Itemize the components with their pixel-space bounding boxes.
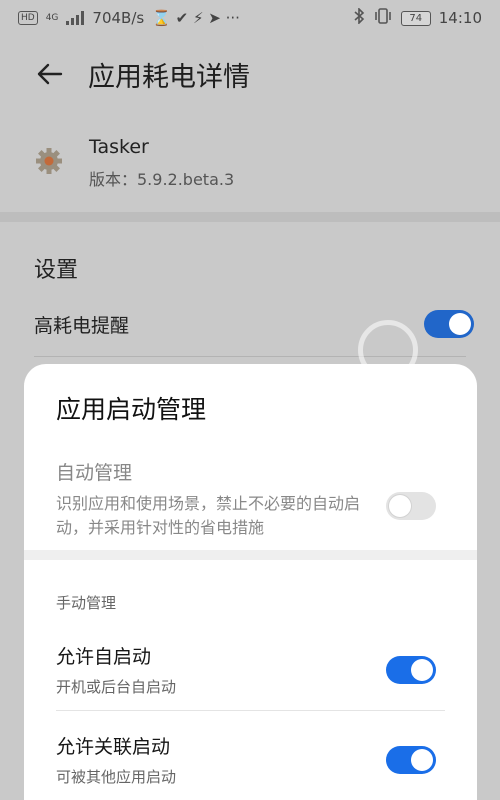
network-type: 4G [45,13,59,23]
sheet-title: 应用启动管理 [56,395,207,424]
status-bar: HD 4G 704B/s ⌛ ✔ ⚡ ➤ ··· 74 14:10 [0,0,500,36]
allow-autostart-title: 允许自启动 [56,646,152,668]
app-bar: 应用耗电详情 [0,44,500,104]
signal-icon [66,11,85,25]
status-right: 74 14:10 [353,7,482,28]
allow-associated-start-toggle[interactable] [386,746,436,774]
auto-manage-title: 自动管理 [56,462,133,484]
clock: 14:10 [438,9,482,27]
allow-autostart-toggle[interactable] [386,656,436,684]
divider [56,710,445,711]
status-left: HD 4G 704B/s ⌛ ✔ ⚡ ➤ ··· [18,9,240,27]
vibrate-icon [373,8,393,28]
allow-autostart-row[interactable]: 允许自启动 开机或后台自启动 [24,634,477,712]
sheet-separator [24,550,477,560]
settings-title: 设置 [34,258,79,283]
net-speed: 704B/s [92,9,145,27]
manual-manage-title: 手动管理 [56,594,117,612]
section-separator [0,212,500,222]
arrow-left-icon[interactable] [24,49,74,99]
allow-associated-start-subtitle: 可被其他应用启动 [56,768,177,786]
page-title: 应用耗电详情 [88,61,250,93]
app-info: Tasker 版本：5.9.2.beta.3 [0,128,500,198]
bluetooth-icon [353,7,365,28]
auto-manage-description: 识别应用和使用场景，禁止不必要的自动启动，并采用针对性的省电措施 [56,494,361,537]
notification-icons: ⌛ ✔ ⚡ ➤ ··· [152,9,240,27]
auto-manage-row[interactable]: 自动管理 识别应用和使用场景，禁止不必要的自动启动，并采用针对性的省电措施 [24,452,477,548]
allow-autostart-subtitle: 开机或后台自启动 [56,678,177,696]
app-name: Tasker [89,136,149,158]
high-usage-alert-label: 高耗电提醒 [34,314,130,337]
allow-associated-start-title: 允许关联启动 [56,736,171,758]
startup-management-sheet: 应用启动管理 自动管理 识别应用和使用场景，禁止不必要的自动启动，并采用针对性的… [24,364,477,800]
allow-associated-start-row[interactable]: 允许关联启动 可被其他应用启动 [24,724,477,800]
app-version: 版本：5.9.2.beta.3 [89,170,235,189]
high-usage-alert-toggle[interactable] [424,310,474,338]
auto-manage-toggle[interactable] [386,492,436,520]
hd-badge: HD [18,11,38,25]
battery-icon: 74 [400,10,431,26]
gear-icon [36,148,62,174]
